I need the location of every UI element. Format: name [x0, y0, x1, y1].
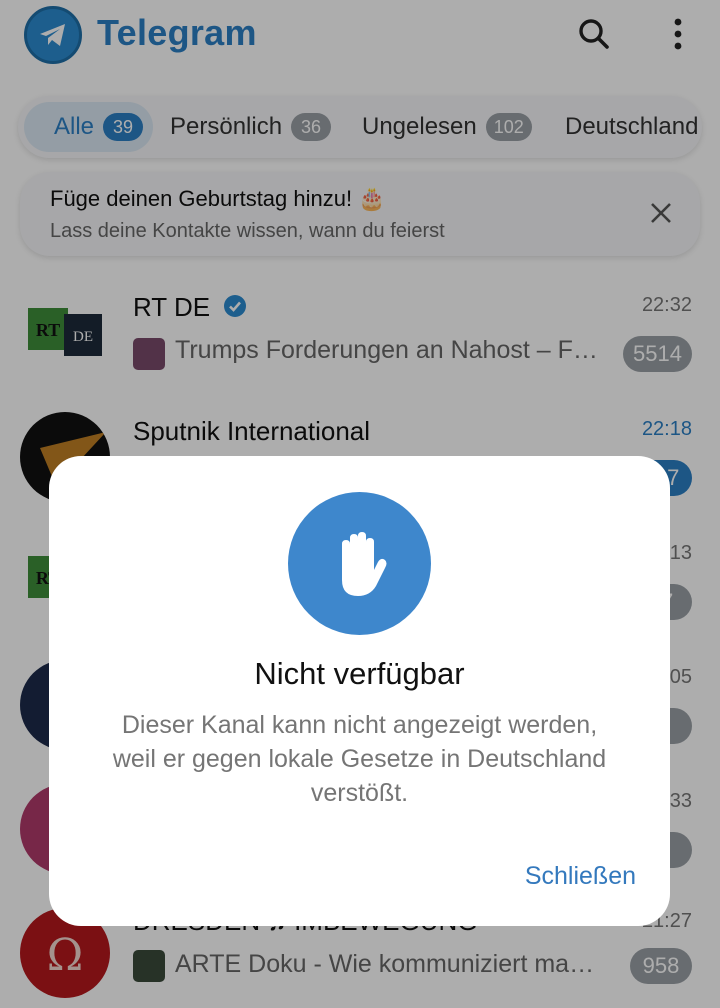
- close-button[interactable]: Schließen: [525, 862, 636, 891]
- unavailable-dialog: Nicht verfügbar Dieser Kanal kann nicht …: [49, 456, 670, 926]
- dialog-message: Dieser Kanal kann nicht angezeigt werden…: [112, 711, 607, 807]
- dialog-title: Nicht verfügbar: [254, 656, 465, 691]
- raised-hand-icon: [288, 492, 431, 635]
- telegram-app: Telegram Alle 39 Persönlich 36 Ungelesen…: [0, 0, 720, 1008]
